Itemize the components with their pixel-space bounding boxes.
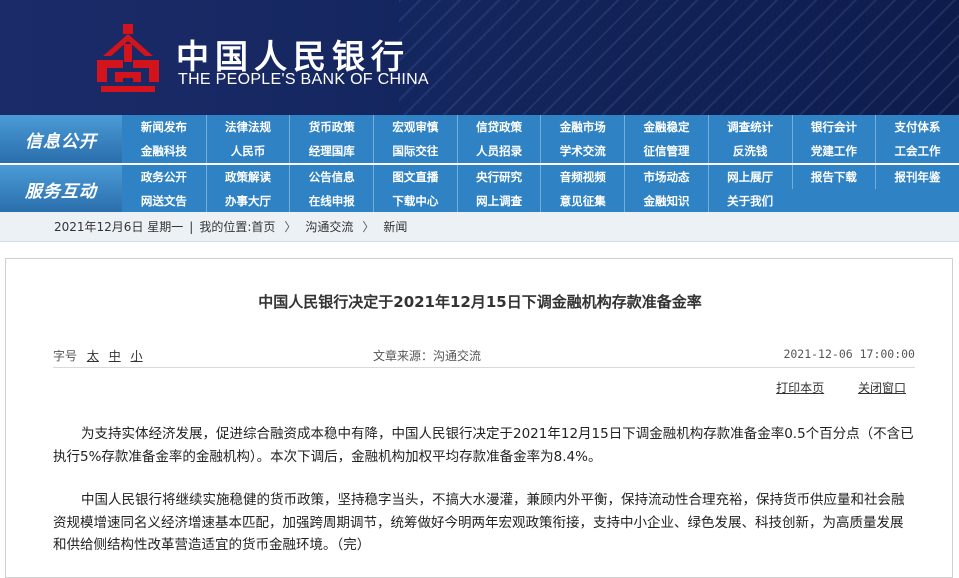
print-page-link[interactable]: 打印本页 xyxy=(776,381,824,395)
nav-item[interactable]: 公告信息 xyxy=(289,165,373,189)
nav-item[interactable]: 征信管理 xyxy=(624,139,708,163)
nav-item[interactable]: 下载中心 xyxy=(373,189,457,213)
section-label-info-disclosure: 信息公开 xyxy=(0,115,122,163)
font-size-controls: 字号 太 中 小 xyxy=(53,347,143,364)
nav-item[interactable]: 法律法规 xyxy=(205,115,290,139)
font-size-medium-link[interactable]: 中 xyxy=(109,349,121,363)
breadcrumb-home-link[interactable]: 首页 xyxy=(251,218,275,235)
location-prefix: 我的位置: xyxy=(199,220,252,234)
nav-item[interactable]: 金融市场 xyxy=(540,115,624,139)
article-meta: 字号 太 中 小 文章来源：沟通交流 2021-12-06 17:00:00 xyxy=(53,347,915,365)
article-source: 文章来源：沟通交流 xyxy=(373,349,482,363)
nav-item[interactable]: 银行会计 xyxy=(791,115,876,139)
nav-item[interactable]: 宏观审慎 xyxy=(373,115,457,139)
nav-item[interactable]: 金融科技 xyxy=(122,139,206,163)
nav-item[interactable]: 反洗钱 xyxy=(707,139,792,163)
nav-item[interactable]: 工会工作 xyxy=(875,139,959,163)
nav-item[interactable]: 国际交往 xyxy=(373,139,457,163)
nav-item[interactable]: 央行研究 xyxy=(456,165,541,189)
font-size-label: 字号 xyxy=(53,349,78,363)
nav-item[interactable]: 新闻发布 xyxy=(122,115,206,139)
close-window-link[interactable]: 关闭窗口 xyxy=(858,381,906,395)
nav-row-2: 金融科技 人民币 经理国库 国际交往 人员招录 学术交流 征信管理 反洗钱 党建… xyxy=(122,139,959,163)
nav-item[interactable]: 网上调查 xyxy=(456,189,541,213)
article-paragraph: 中国人民银行将继续实施稳健的货币政策，坚持稳字当头，不搞大水漫灌，兼顾内外平衡，… xyxy=(53,492,905,553)
font-size-small-link[interactable]: 小 xyxy=(131,349,143,363)
chevron-right-icon: 〉 xyxy=(284,220,297,234)
nav-item[interactable]: 网上展厅 xyxy=(707,165,792,189)
breadcrumb: 2021年12月6日 星期一 | 我的位置: 首页 〉 沟通交流 〉 新闻 xyxy=(0,212,959,242)
nav-item[interactable]: 政务公开 xyxy=(122,165,206,189)
nav-item[interactable]: 货币政策 xyxy=(289,115,373,139)
nav-item[interactable]: 音频视频 xyxy=(540,165,624,189)
nav-item[interactable]: 调查统计 xyxy=(707,115,792,139)
nav-item[interactable]: 政策解读 xyxy=(205,165,290,189)
nav-row-3: 政务公开 政策解读 公告信息 图文直播 央行研究 音频视频 市场动态 网上展厅 … xyxy=(122,165,959,189)
article-title: 中国人民银行决定于2021年12月15日下调金融机构存款准备金率 xyxy=(258,293,702,311)
nav-item[interactable]: 关于我们 xyxy=(707,189,792,213)
logo-english-name: THE PEOPLE'S BANK OF CHINA xyxy=(178,71,429,88)
nav-item[interactable]: 支付体系 xyxy=(875,115,959,139)
article-paragraph: 为支持实体经济发展，促进综合融资成本稳中有降，中国人民银行决定于2021年12月… xyxy=(53,426,914,465)
breadcrumb-divider: | xyxy=(189,219,194,234)
nav-item[interactable]: 网送文告 xyxy=(122,189,206,213)
nav-item[interactable]: 党建工作 xyxy=(791,139,876,163)
breadcrumb-level2-link[interactable]: 新闻 xyxy=(383,218,407,235)
nav-item[interactable]: 报告下载 xyxy=(791,165,876,189)
nav-item[interactable]: 办事大厅 xyxy=(205,189,290,213)
nav-item[interactable]: 金融知识 xyxy=(624,189,708,213)
pboc-logo-icon[interactable] xyxy=(93,22,163,94)
current-date: 2021年12月6日 星期一 xyxy=(54,220,184,234)
nav-item[interactable]: 在线申报 xyxy=(289,189,373,213)
nav-item[interactable]: 图文直播 xyxy=(373,165,457,189)
font-size-large-link[interactable]: 太 xyxy=(87,349,99,363)
nav-item[interactable]: 金融稳定 xyxy=(624,115,708,139)
nav-row-4: 网送文告 办事大厅 在线申报 下载中心 网上调查 意见征集 金融知识 关于我们 xyxy=(122,189,959,213)
breadcrumb-level1-link[interactable]: 沟通交流 xyxy=(305,218,353,235)
article-panel: 中国人民银行决定于2021年12月15日下调金融机构存款准备金率 字号 太 中 … xyxy=(5,258,953,578)
header-pattern xyxy=(399,0,959,115)
main-navigation: 信息公开 服务互动 新闻发布 法律法规 货币政策 宏观审慎 信贷政策 金融市场 … xyxy=(0,115,959,213)
nav-item[interactable]: 信贷政策 xyxy=(456,115,541,139)
nav-item[interactable]: 学术交流 xyxy=(540,139,624,163)
chevron-right-icon: 〉 xyxy=(362,220,375,234)
nav-item[interactable]: 意见征集 xyxy=(540,189,624,213)
meta-divider xyxy=(53,367,915,368)
article-tools: 打印本页 关闭窗口 xyxy=(746,379,906,396)
site-header: 中国人民银行 THE PEOPLE'S BANK OF CHINA xyxy=(0,0,959,115)
nav-item[interactable]: 市场动态 xyxy=(624,165,708,189)
nav-row-1: 新闻发布 法律法规 货币政策 宏观审慎 信贷政策 金融市场 金融稳定 调查统计 … xyxy=(122,115,959,139)
nav-item[interactable]: 报刊年鉴 xyxy=(875,165,959,189)
nav-item[interactable]: 人民币 xyxy=(205,139,290,163)
article-datetime: 2021-12-06 17:00:00 xyxy=(783,347,915,361)
section-label-service-interaction: 服务互动 xyxy=(0,165,122,213)
nav-item[interactable]: 人员招录 xyxy=(456,139,541,163)
nav-item[interactable]: 经理国库 xyxy=(289,139,373,163)
